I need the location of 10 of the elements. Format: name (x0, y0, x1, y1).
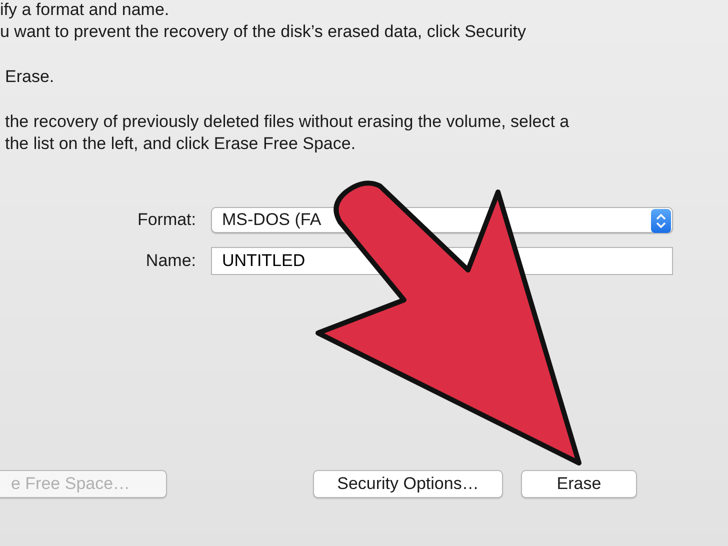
instruction-text: the recovery of previously deleted files without erasing the volume, select a (4, 111, 570, 133)
security-options-button[interactable]: Security Options… (313, 470, 503, 498)
instruction-text: ify a format and name. (0, 0, 170, 21)
instruction-text: u want to prevent the recovery of the disk’s erased data, click Security (0, 21, 528, 43)
stepper-icon[interactable] (651, 209, 671, 233)
erase-button[interactable]: Erase (521, 470, 637, 498)
field-label: Format: (136, 210, 196, 230)
instruction-text: the list on the left, and click Erase Free Space. (4, 133, 357, 155)
field-label: Name: (144, 251, 196, 271)
instruction-text: Erase. (4, 66, 56, 88)
